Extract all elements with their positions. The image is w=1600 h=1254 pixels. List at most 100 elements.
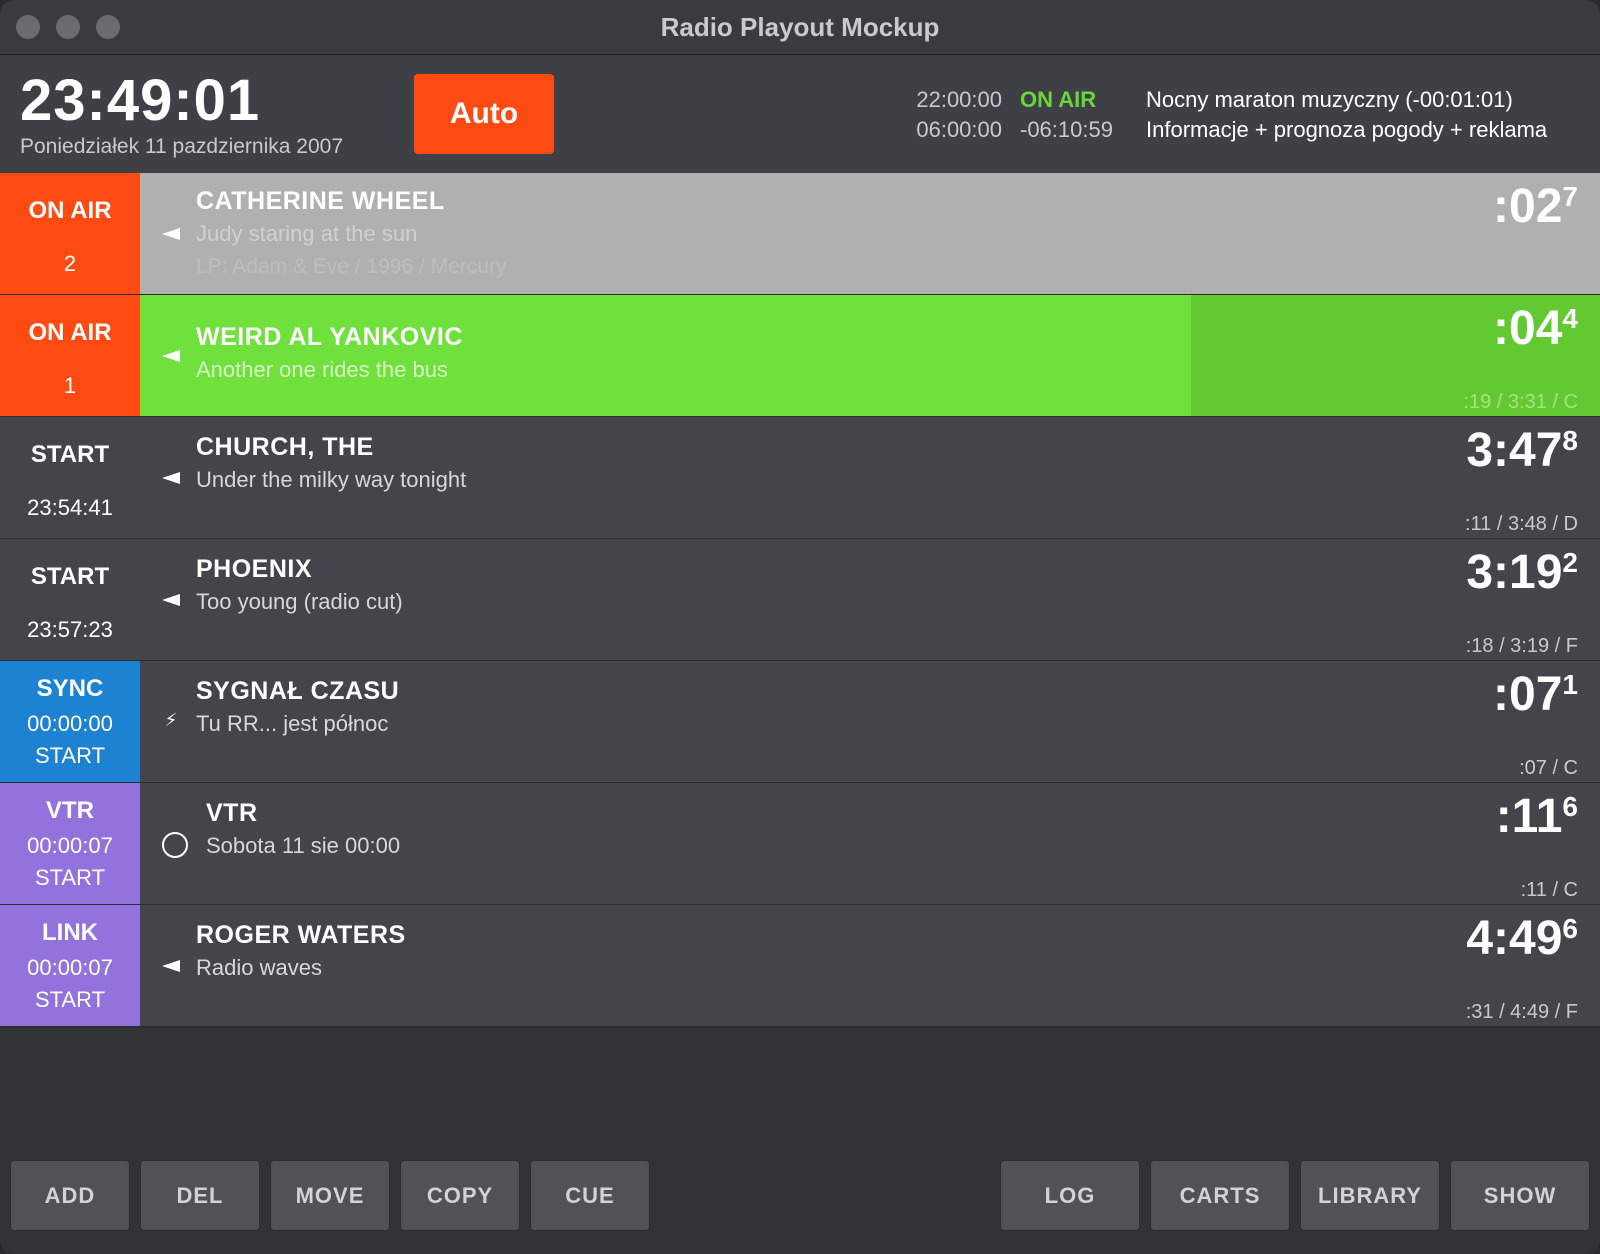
row-remaining-main: :02	[1493, 180, 1563, 233]
row-meta: :07 / C	[1519, 757, 1578, 779]
row-remaining-main: :04	[1493, 302, 1563, 355]
add-button[interactable]: ADD	[10, 1160, 130, 1231]
auto-mode-button[interactable]: Auto	[414, 74, 554, 154]
row-status-cell[interactable]: ON AIR 2	[0, 173, 140, 294]
row-status-label: VTR	[46, 797, 94, 824]
schedule-times: 22:00:00 06:00:00	[916, 85, 1002, 145]
row-title: Another one rides the bus	[196, 357, 448, 382]
speaker-icon	[162, 960, 180, 972]
row-artist: PHOENIX	[196, 555, 313, 583]
delete-button[interactable]: DEL	[140, 1160, 260, 1231]
speaker-icon	[162, 594, 180, 606]
schedule-description: Nocny maraton muzyczny (-00:01:01)	[1146, 87, 1513, 112]
schedule-status: ON AIR -06:10:59	[1020, 85, 1113, 145]
row-status-cell[interactable]: START 23:57:23	[0, 539, 140, 660]
row-title: Tu RR... jest północ	[196, 711, 389, 736]
current-date: Poniedziałek 11 pazdziernika 2007	[20, 135, 343, 158]
speaker-icon	[162, 228, 180, 240]
library-button[interactable]: LIBRARY	[1300, 1160, 1440, 1231]
row-meta: :31 / 4:49 / F	[1465, 1001, 1578, 1023]
row-status-mode: START	[34, 743, 106, 768]
row-meta: :11 / C	[1520, 879, 1578, 901]
row-status-label: SYNC	[36, 675, 104, 702]
row-remaining-tenths: 6	[1562, 791, 1578, 822]
row-artist: WEIRD AL YANKOVIC	[196, 323, 463, 351]
cue-button[interactable]: CUE	[530, 1160, 650, 1231]
circle-icon	[162, 832, 188, 858]
row-title: Judy staring at the sun	[196, 221, 418, 246]
app-window: Radio Playout Mockup 23:49:01 Poniedział…	[0, 0, 1600, 1254]
row-meta: :19 / 3:31 / C	[1463, 391, 1578, 413]
row-remaining-time: :116	[1496, 789, 1578, 844]
header-panel: 23:49:01 Poniedziałek 11 pazdziernika 20…	[0, 55, 1600, 173]
move-button[interactable]: MOVE	[270, 1160, 390, 1231]
row-status-mode: START	[34, 987, 106, 1012]
row-title: Sobota 11 sie 00:00	[206, 833, 401, 858]
row-remaining-time: 3:478	[1466, 423, 1578, 478]
row-status-cell[interactable]: SYNC 00:00:00 START	[0, 661, 140, 782]
row-remaining-main: :07	[1493, 668, 1563, 721]
row-status-value: 00:00:00	[27, 711, 113, 736]
row-status-label: ON AIR	[28, 197, 112, 224]
row-status-cell[interactable]: VTR 00:00:07 START	[0, 783, 140, 904]
playlist-row[interactable]: START 23:54:41 CHURCH, THE Under the milky …	[0, 417, 1600, 540]
row-remaining-main: 3:47	[1466, 424, 1563, 477]
row-remaining-time: :044	[1493, 301, 1578, 356]
row-remaining-tenths: 4	[1562, 303, 1578, 334]
row-artist: CATHERINE WHEEL	[196, 187, 445, 215]
schedule-descriptions: Nocny maraton muzyczny (-00:01:01) Infor…	[1146, 85, 1547, 145]
schedule-time: 06:00:00	[916, 117, 1002, 142]
speaker-icon	[162, 350, 180, 362]
row-remaining-tenths: 6	[1562, 913, 1578, 944]
row-artist: CHURCH, THE	[196, 433, 374, 461]
window-title: Radio Playout Mockup	[660, 12, 940, 42]
row-status-label: START	[30, 441, 110, 468]
row-release-info: LP: Adam & Eve / 1996 / Mercury	[196, 255, 507, 278]
row-meta: :18 / 3:19 / F	[1465, 635, 1578, 657]
playlist-row[interactable]: START 23:57:23 PHOENIX Too young (radio cut…	[0, 539, 1600, 662]
log-button[interactable]: LOG	[1000, 1160, 1140, 1231]
row-status-value: 00:00:07	[27, 955, 113, 980]
row-artist: ROGER WATERS	[196, 921, 406, 949]
row-status-label: LINK	[42, 919, 98, 946]
playlist-row[interactable]: LINK 00:00:07 START ROGER WATERS Radio waves…	[0, 905, 1600, 1028]
row-status-cell[interactable]: LINK 00:00:07 START	[0, 905, 140, 1026]
row-status-label: ON AIR	[28, 319, 112, 346]
show-button[interactable]: SHOW	[1450, 1160, 1590, 1231]
carts-button[interactable]: CARTS	[1150, 1160, 1290, 1231]
row-status-cell[interactable]: START 23:54:41	[0, 417, 140, 538]
row-title: Under the milky way tonight	[196, 467, 467, 492]
row-remaining-time: 3:192	[1466, 545, 1578, 600]
schedule-countdown: -06:10:59	[1020, 117, 1113, 142]
row-remaining-main: 4:49	[1466, 912, 1563, 965]
playlist-row[interactable]: SYNC 00:00:00 START ⚡ SYGNAŁ CZASU Tu RR... j…	[0, 661, 1600, 784]
row-title: Radio waves	[196, 955, 322, 980]
row-status-value: 00:00:07	[27, 833, 113, 858]
toolbar: ADD DEL MOVE COPY CUE LOG CARTS LIBRARY …	[0, 1157, 1600, 1254]
row-meta: :11 / 3:48 / D	[1464, 513, 1578, 535]
row-remaining-tenths: 1	[1562, 669, 1578, 700]
current-time-clock: 23:49:01	[20, 68, 261, 133]
playlist-row[interactable]: ON AIR 2 CATHERINE WHEEL Judy staring at th…	[0, 173, 1600, 296]
playlist-row[interactable]: VTR 00:00:07 START VTR Sobota 11 sie 00:00:1…	[0, 783, 1600, 906]
row-remaining-main: 3:19	[1466, 546, 1563, 599]
row-remaining-tenths: 2	[1562, 547, 1578, 578]
schedule-onair-label: ON AIR	[1020, 87, 1097, 112]
row-title: Too young (radio cut)	[196, 589, 403, 614]
row-remaining-time: :071	[1493, 667, 1578, 722]
row-artist: VTR	[206, 799, 258, 827]
row-remaining-main: :11	[1495, 790, 1563, 843]
row-artist: SYGNAŁ CZASU	[196, 677, 400, 705]
row-status-value: 23:54:41	[27, 495, 113, 520]
row-remaining-tenths: 8	[1562, 425, 1578, 456]
title-bar: Radio Playout Mockup	[0, 0, 1600, 55]
playlist-row[interactable]: ON AIR 1 WEIRD AL YANKOVIC Another one ride…	[0, 295, 1600, 418]
schedule-time: 22:00:00	[916, 87, 1002, 112]
lightning-icon: ⚡	[164, 710, 178, 730]
row-remaining-time: 4:496	[1466, 911, 1578, 966]
schedule-description: Informacje + prognoza pogody + reklama	[1146, 117, 1548, 142]
copy-button[interactable]: COPY	[400, 1160, 520, 1231]
row-status-cell[interactable]: ON AIR 1	[0, 295, 140, 416]
row-status-label: START	[30, 563, 110, 590]
row-status-value: 23:57:23	[27, 617, 113, 642]
